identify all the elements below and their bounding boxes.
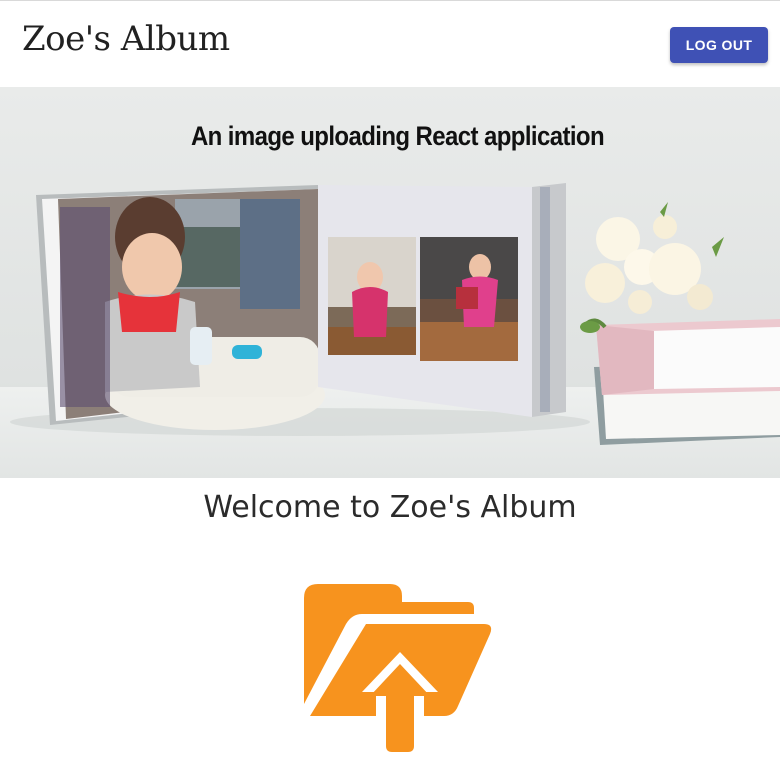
logout-button[interactable]: LOG OUT bbox=[670, 27, 768, 63]
banner-image: An image uploading React application bbox=[0, 87, 780, 478]
folder-upload-icon[interactable] bbox=[300, 580, 494, 755]
app-header: Zoe's Album LOG OUT bbox=[0, 1, 780, 86]
site-title: Zoe's Album bbox=[22, 19, 230, 59]
banner-caption: An image uploading React application bbox=[190, 121, 605, 152]
welcome-heading: Welcome to Zoe's Album bbox=[203, 490, 577, 525]
